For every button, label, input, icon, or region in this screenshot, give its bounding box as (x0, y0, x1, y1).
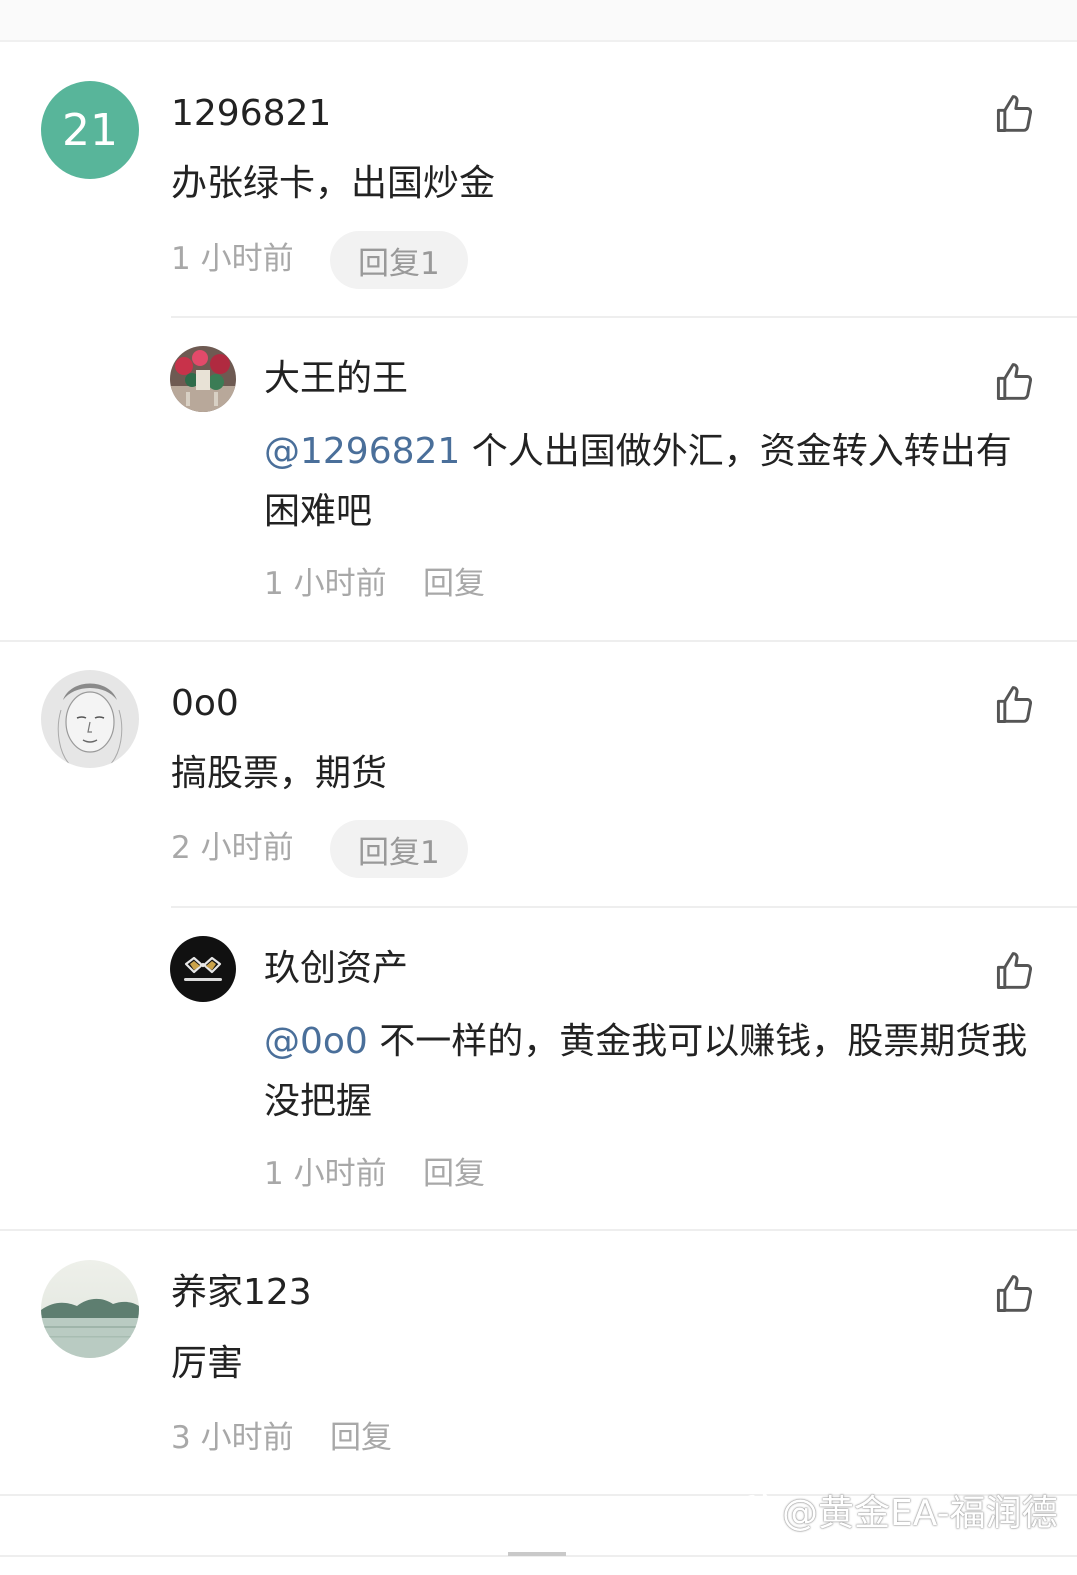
end-indicator (508, 1552, 566, 1556)
reply-button[interactable]: 回复 (423, 1159, 485, 1190)
reply-count-button[interactable]: 回复1 (330, 231, 468, 289)
like-button[interactable] (992, 1272, 1036, 1316)
reply-username[interactable]: 大王的王 (264, 361, 408, 397)
avatar[interactable] (41, 1260, 139, 1358)
watermark-text: @黄金EA-福润德 (782, 1493, 1058, 1534)
reply-text: @1296821 个人出国做外汇，资金转入转出有困难吧 (264, 422, 1044, 542)
reply-divider (171, 316, 1077, 318)
flower-avatar-image (170, 346, 236, 412)
reply-body: 不一样的，黄金我可以赚钱，股票期货我没把握 (264, 1021, 1028, 1122)
reply-time: 1 小时前 (264, 566, 387, 602)
comment-time: 3 小时前 (171, 1420, 294, 1456)
comment-divider (0, 640, 1077, 642)
comment-text: 厉害 (171, 1343, 244, 1384)
reply-divider (171, 906, 1077, 908)
thumbs-up-icon (996, 952, 1033, 989)
reply-text: @0o0 不一样的，黄金我可以赚钱，股票期货我没把握 (264, 1012, 1044, 1132)
comment-text: 搞股票，期货 (171, 753, 388, 794)
like-button[interactable] (992, 92, 1036, 136)
like-button[interactable] (992, 683, 1036, 727)
like-button[interactable] (992, 360, 1036, 404)
comment-divider (0, 1229, 1077, 1231)
username[interactable]: 养家123 (171, 1275, 312, 1311)
thumbs-up-icon (996, 686, 1033, 723)
reply-username[interactable]: 玖创资产 (264, 951, 408, 987)
thumbs-up-icon (996, 95, 1033, 132)
brand-logo-avatar-image (170, 936, 236, 1002)
reply-count-button[interactable]: 回复1 (330, 820, 468, 878)
avatar-text: 21 (62, 104, 118, 156)
platform-logo-icon (742, 1493, 769, 1527)
avatar[interactable]: 21 (41, 81, 139, 179)
like-button[interactable] (992, 949, 1036, 993)
comment-text: 办张绿卡，出国炒金 (171, 163, 496, 204)
reply-time: 1 小时前 (264, 1156, 387, 1192)
mention-link[interactable]: @1296821 (264, 431, 460, 472)
avatar[interactable] (41, 670, 139, 768)
username[interactable]: 1296821 (171, 96, 331, 132)
username[interactable]: 0o0 (171, 686, 239, 722)
comment-time: 1 小时前 (171, 241, 294, 277)
avatar[interactable] (170, 346, 236, 412)
comment-time: 2 小时前 (171, 830, 294, 866)
reply-button[interactable]: 回复 (330, 1423, 392, 1454)
avatar[interactable] (170, 936, 236, 1002)
thumbs-up-icon (996, 1275, 1033, 1312)
watermark: @黄金EA-福润德 (738, 1484, 1058, 1536)
thumbs-up-icon (996, 363, 1033, 400)
sketch-portrait-image (41, 670, 139, 768)
mention-link[interactable]: @0o0 (264, 1021, 368, 1062)
top-bar (0, 0, 1077, 42)
reply-button[interactable]: 回复 (423, 569, 485, 600)
landscape-avatar-image (41, 1260, 139, 1358)
